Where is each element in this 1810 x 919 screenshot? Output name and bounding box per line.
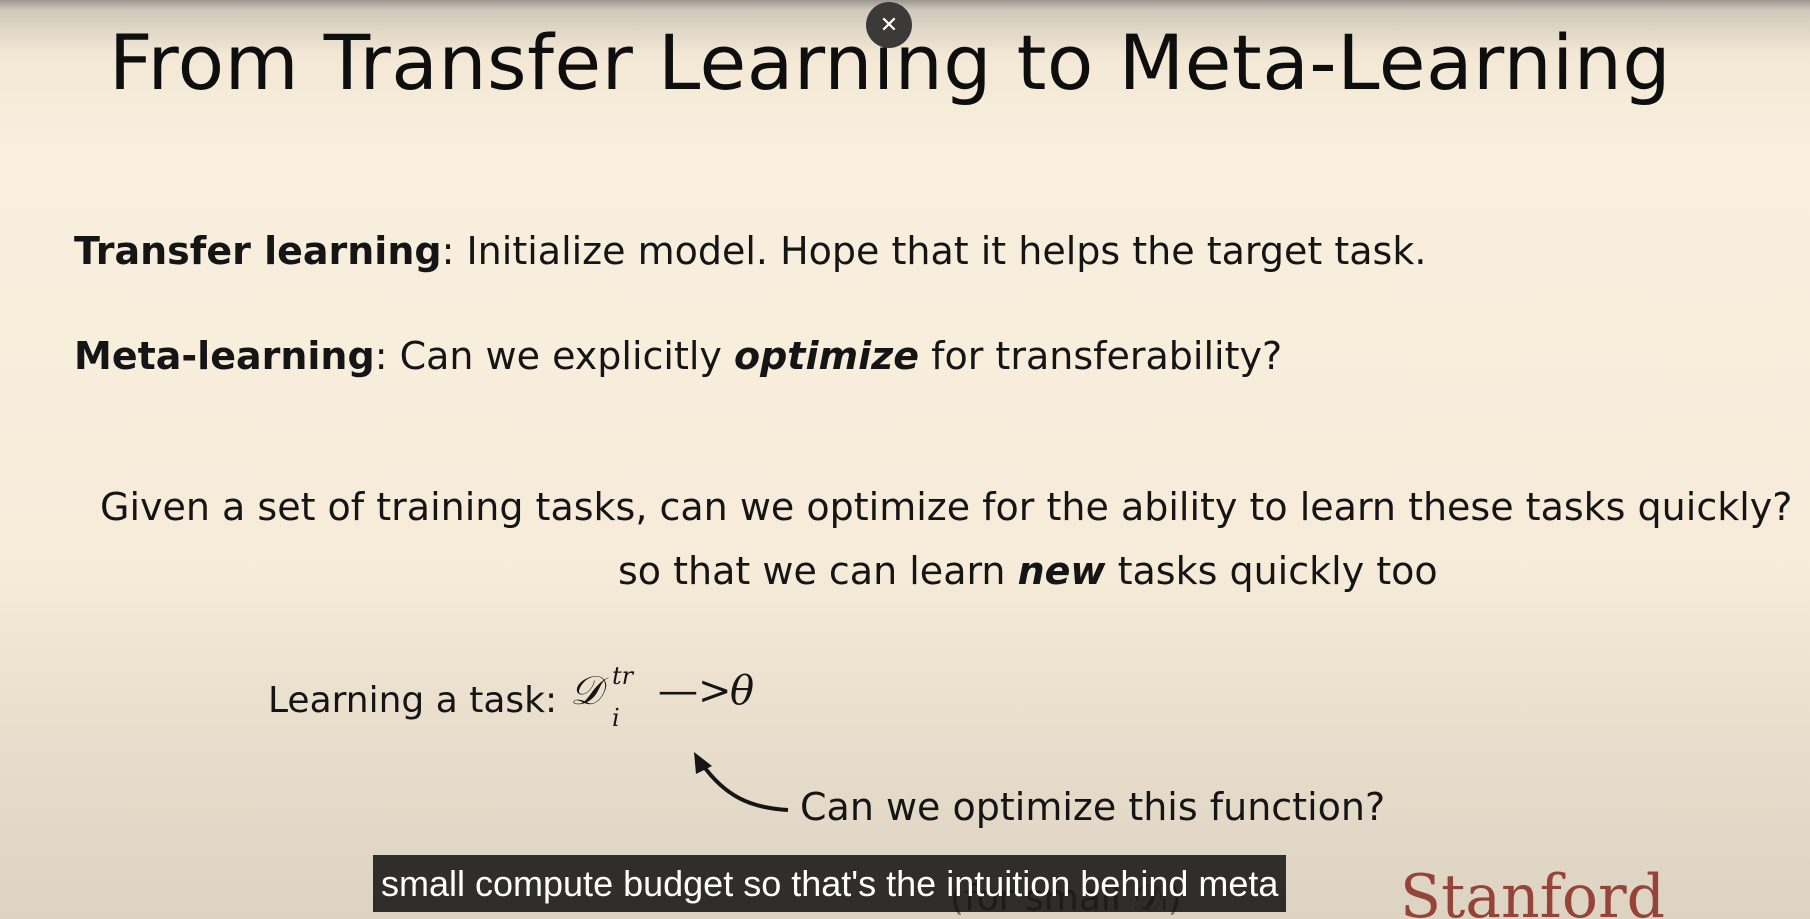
stanford-logo: Stanford	[1400, 862, 1666, 919]
learning-task-formula: 𝒟 tr i —> θ	[570, 662, 754, 732]
transfer-learning-line: Transfer learning: Initialize model. Hop…	[74, 229, 1426, 273]
so-that-after: tasks quickly too	[1105, 549, 1438, 593]
close-icon: ✕	[879, 12, 899, 38]
transfer-learning-text: : Initialize model. Hope that it helps t…	[441, 229, 1427, 273]
video-frame-slide: ✕ From Transfer Learning to Meta-Learnin…	[0, 0, 1810, 919]
meta-learning-text-after: for transferability?	[919, 334, 1283, 378]
so-that-line: so that we can learn new tasks quickly t…	[618, 549, 1438, 593]
theta-symbol: θ	[730, 668, 755, 714]
meta-learning-emphasis: optimize	[734, 334, 920, 378]
so-that-emphasis: new	[1017, 549, 1106, 593]
curved-arrow-icon	[694, 752, 789, 812]
dataset-superscript: tr	[612, 662, 634, 690]
learning-task-label: Learning a task:	[268, 680, 558, 721]
optimize-question: Can we optimize this function?	[800, 785, 1386, 829]
transfer-learning-term: Transfer learning	[74, 229, 442, 273]
meta-learning-text-before: : Can we explicitly	[374, 334, 734, 378]
dataset-symbol: 𝒟	[570, 668, 602, 714]
close-button[interactable]: ✕	[866, 2, 912, 48]
dataset-subscript: i	[612, 704, 620, 732]
closed-caption: small compute budget so that's the intui…	[373, 855, 1287, 912]
so-that-before: so that we can learn	[618, 549, 1018, 593]
meta-learning-term: Meta-learning	[74, 334, 375, 378]
meta-learning-line: Meta-learning: Can we explicitly optimiz…	[74, 334, 1282, 378]
maps-to-arrow: —>	[658, 668, 732, 714]
given-tasks-line: Given a set of training tasks, can we op…	[100, 485, 1793, 529]
